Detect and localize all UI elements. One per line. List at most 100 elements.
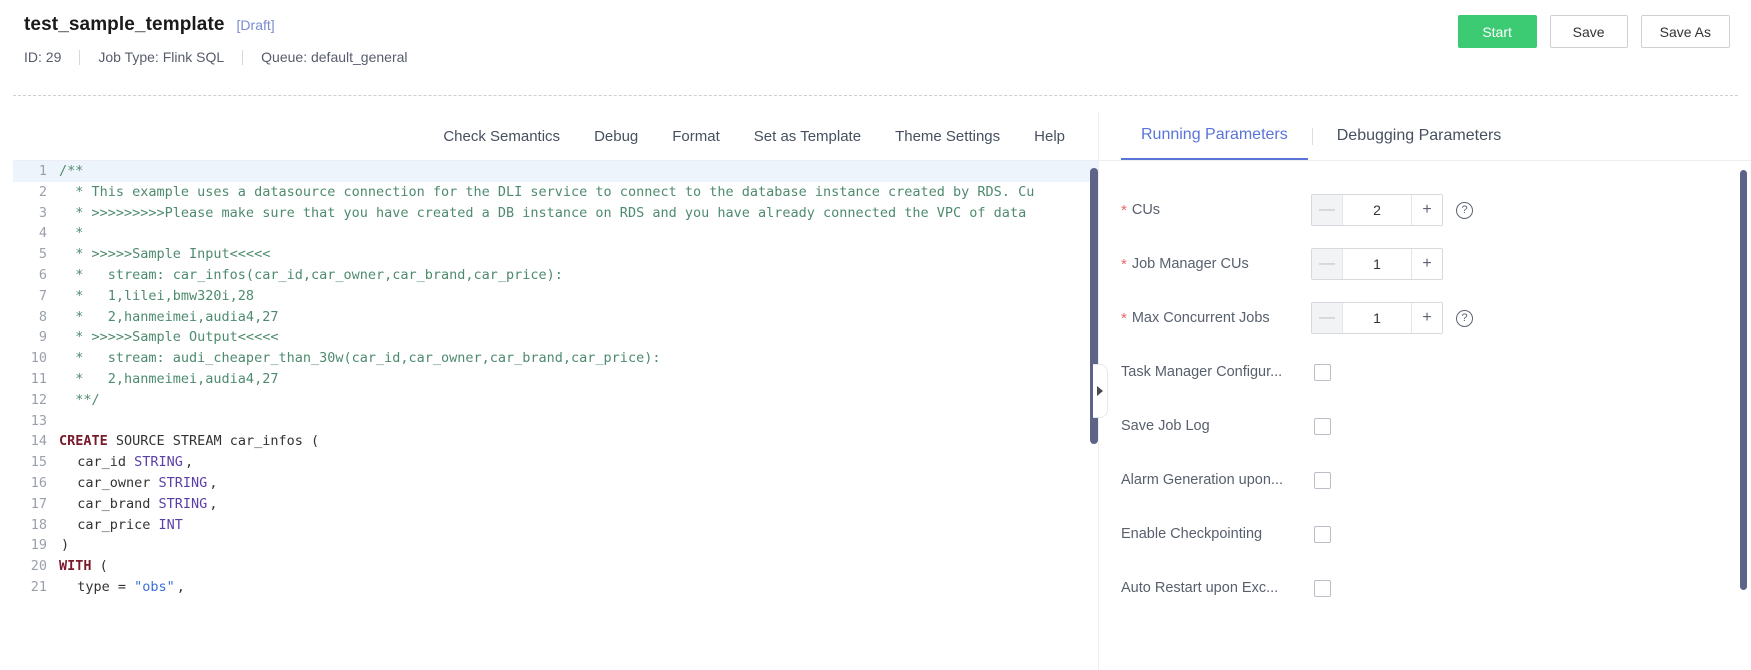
checkbox-label: Task Manager Configur... xyxy=(1121,364,1283,380)
code-line[interactable]: 14 CREATE SOURCE STREAM car_infos ( xyxy=(13,431,1098,452)
code-line[interactable]: 19) xyxy=(13,535,1098,556)
checkbox-cell xyxy=(1311,417,1401,435)
code-token: ( xyxy=(91,558,108,575)
code-token: INT xyxy=(158,516,183,533)
toolbar-item-set-as-template[interactable]: Set as Template xyxy=(737,128,878,145)
save-button[interactable]: Save xyxy=(1549,15,1628,48)
header-actions: Start Save Save As xyxy=(1457,15,1730,48)
line-number: 5 xyxy=(38,246,47,263)
quantity-stepper[interactable]: —1 + xyxy=(1311,248,1443,280)
toolbar-item-theme-settings[interactable]: Theme Settings xyxy=(878,128,1017,145)
checkbox[interactable] xyxy=(1314,417,1331,435)
stepper-value[interactable]: 1 xyxy=(1343,249,1411,279)
tab-running-parameters[interactable]: Running Parameters xyxy=(1121,112,1308,160)
code-token: * stream: audi_cheaper_than_30w(car_id,c… xyxy=(59,350,661,367)
toolbar-item-check-semantics[interactable]: Check Semantics xyxy=(426,128,577,145)
stepper-decrement-button[interactable]: — xyxy=(1312,303,1343,333)
quantity-stepper[interactable]: —2 + xyxy=(1311,194,1443,226)
stepper-value[interactable]: 1 xyxy=(1343,303,1411,333)
code-token: car_owner xyxy=(61,474,159,491)
stepper-decrement-button[interactable]: — xyxy=(1312,249,1343,279)
sql-code-editor[interactable]: 1 /** 2 * This example uses a datasource c… xyxy=(13,160,1098,670)
parameter-row: Task Manager Configur... xyxy=(1099,345,1751,399)
checkbox[interactable] xyxy=(1314,363,1331,381)
code-line[interactable]: 8 * 2,hanmeimei,audia4,27 xyxy=(13,307,1098,328)
code-token: * >>>>>Sample Output<<<<< xyxy=(59,329,279,346)
code-line[interactable]: 7 * 1,lilei,bmw320i,28 xyxy=(13,286,1098,307)
code-line[interactable]: 12 **/ xyxy=(13,390,1098,411)
quantity-stepper[interactable]: —1 + xyxy=(1311,302,1443,334)
code-line[interactable]: 15 car_id STRING, xyxy=(13,452,1098,473)
code-token: /** xyxy=(59,163,84,179)
line-number: 16 xyxy=(30,474,47,491)
editor-toolbar: Check Semantics Debug Format Set as Templat… xyxy=(13,112,1098,160)
stepper-increment-button[interactable]: + xyxy=(1411,303,1442,333)
toolbar-item-debug[interactable]: Debug xyxy=(577,128,655,145)
stepper-decrement-button[interactable]: — xyxy=(1312,195,1343,225)
code-line[interactable]: 3 * >>>>>>>>>Please make sure that you h… xyxy=(13,203,1098,224)
code-line-text: car_price INT xyxy=(57,515,183,536)
toolbar-item-format[interactable]: Format xyxy=(655,128,737,145)
code-line[interactable]: 4 * xyxy=(13,223,1098,244)
code-token: car_price xyxy=(61,516,159,533)
code-line[interactable]: 1 /** xyxy=(13,161,1098,182)
code-token: type = xyxy=(61,578,135,595)
stepper-value[interactable]: 2 xyxy=(1343,195,1411,225)
code-token: car_brand xyxy=(61,495,159,512)
code-line[interactable]: 11 * 2,hanmeimei,audia4,27 xyxy=(13,369,1098,390)
toolbar-item-help[interactable]: Help xyxy=(1017,128,1082,145)
tab-debugging-parameters[interactable]: Debugging Parameters xyxy=(1317,113,1522,159)
line-number: 3 xyxy=(38,204,47,221)
code-line-text: * 1,lilei,bmw320i,28 xyxy=(57,286,254,307)
code-line-text: * 2,hanmeimei,audia4,27 xyxy=(57,369,278,390)
code-line[interactable]: 13 xyxy=(13,411,1098,432)
code-token: WITH xyxy=(59,558,92,575)
line-number: 15 xyxy=(30,454,47,471)
code-line[interactable]: 17 car_brand STRING, xyxy=(13,494,1098,515)
code-line-text: WITH ( xyxy=(57,556,108,577)
parameter-label: * CUs xyxy=(1121,202,1311,218)
code-token: , xyxy=(209,474,218,491)
checkbox[interactable] xyxy=(1314,471,1331,489)
code-line[interactable]: 10 * stream: audi_cheaper_than_30w(car_i… xyxy=(13,348,1098,369)
line-number: 6 xyxy=(38,266,47,283)
meta-job-type: Job Type: Flink SQL xyxy=(98,49,225,65)
checkbox-label: Save Job Log xyxy=(1121,418,1210,434)
main-body: Check Semantics Debug Format Set as Templat… xyxy=(13,112,1751,670)
code-line[interactable]: 18 car_price INT xyxy=(13,515,1098,536)
code-line[interactable]: 2 * This example uses a datasource conne… xyxy=(13,182,1098,203)
status-badge: [Draft] xyxy=(236,17,275,33)
panel-collapse-toggle[interactable] xyxy=(1093,364,1108,418)
checkbox-label: Enable Checkpointing xyxy=(1121,526,1263,542)
code-line[interactable]: 16 car_owner STRING, xyxy=(13,473,1098,494)
save-as-button[interactable]: Save As xyxy=(1640,15,1730,48)
code-token: * 1,lilei,bmw320i,28 xyxy=(59,287,255,304)
code-line-text: * >>>>>>>>>Please make sure that you hav… xyxy=(57,203,1026,224)
stepper-increment-button[interactable]: + xyxy=(1411,195,1442,225)
parameter-row: * Job Manager CUs —1 + xyxy=(1099,237,1751,291)
parameter-label-text: CUs xyxy=(1131,202,1161,218)
checkbox[interactable] xyxy=(1314,579,1331,597)
code-token: STRING xyxy=(158,495,208,512)
parameter-row: * CUs —2 +? xyxy=(1099,183,1751,237)
help-icon[interactable]: ? xyxy=(1456,309,1473,327)
parameter-label: * Job Manager CUs xyxy=(1121,256,1311,272)
line-number: 18 xyxy=(30,516,47,533)
checkbox-cell xyxy=(1311,471,1401,489)
help-icon[interactable]: ? xyxy=(1456,201,1473,219)
code-line[interactable]: 9 * >>>>>Sample Output<<<<< xyxy=(13,327,1098,348)
line-number: 19 xyxy=(30,537,47,554)
checkbox[interactable] xyxy=(1314,525,1331,543)
code-line[interactable]: 6 * stream: car_infos(car_id,car_owner,c… xyxy=(13,265,1098,286)
parameters-vertical-scrollbar[interactable] xyxy=(1740,160,1748,670)
start-button[interactable]: Start xyxy=(1457,15,1537,48)
parameter-label-text: Max Concurrent Jobs xyxy=(1131,310,1270,326)
code-line[interactable]: 20 WITH ( xyxy=(13,556,1098,577)
code-line[interactable]: 21 type = "obs", xyxy=(13,577,1098,598)
stepper-increment-button[interactable]: + xyxy=(1411,249,1442,279)
parameters-scrollbar-thumb[interactable] xyxy=(1740,170,1747,590)
line-number: 9 xyxy=(38,329,47,346)
tab-divider xyxy=(1311,127,1313,145)
code-line[interactable]: 5 * >>>>>Sample Input<<<<< xyxy=(13,244,1098,265)
